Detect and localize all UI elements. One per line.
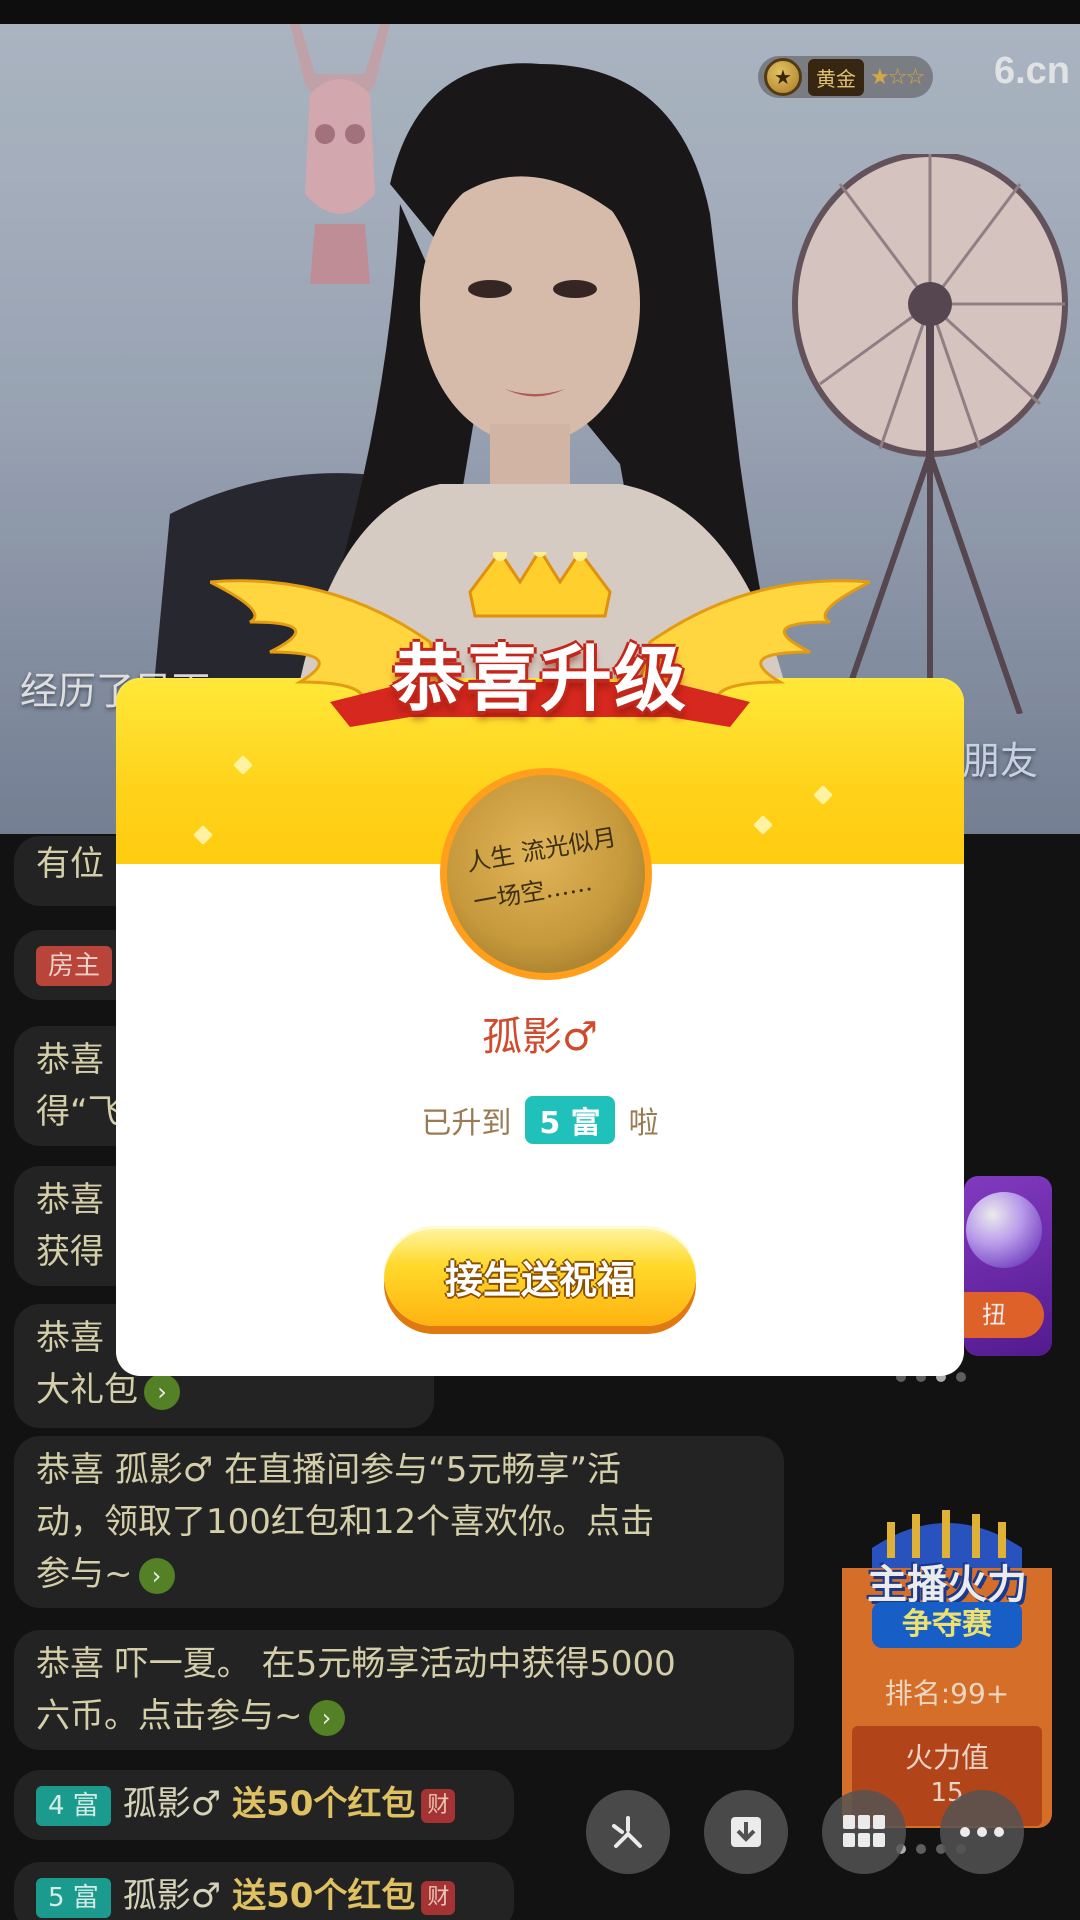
upgrade-text: 已升到 5 富啦 xyxy=(116,1096,964,1144)
upgrade-prefix: 已升到 xyxy=(421,1106,512,1141)
avatar[interactable]: 人生 流光似月 一场空…… xyxy=(440,768,652,980)
send-blessing-button[interactable]: 接生送祝福 xyxy=(384,1226,696,1326)
upgrade-suffix: 啦 xyxy=(628,1106,659,1141)
send-blessing-label: 接生送祝福 xyxy=(444,1257,635,1302)
username[interactable]: 孤影♂ xyxy=(116,1004,964,1062)
rich-level-badge: 5 富 xyxy=(525,1096,615,1144)
level-up-title: 恭喜升级 xyxy=(391,637,688,721)
avatar-handwriting: 人生 流光似月 一场空…… xyxy=(464,823,619,917)
